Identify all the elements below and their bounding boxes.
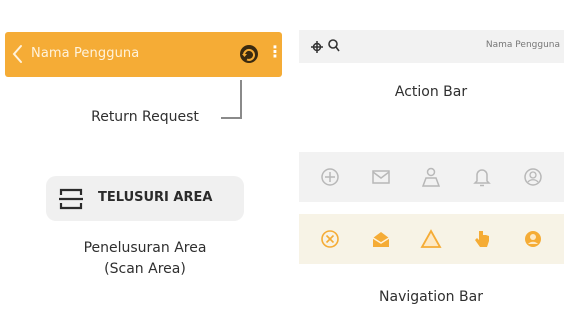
header-bar: Nama Pengguna ⋮ [5, 32, 283, 77]
scan-icon [59, 188, 83, 215]
navigation-bar-active [299, 214, 564, 264]
warning-icon[interactable] [419, 227, 443, 251]
scan-area-label-line1: Penelusuran Area [83, 240, 207, 256]
action-bar-label: Action Bar [394, 84, 468, 100]
more-vertical-icon[interactable]: ⋮ [267, 44, 283, 62]
return-request-label: Return Request [91, 109, 199, 125]
bell-icon[interactable] [470, 165, 494, 189]
scan-area-label-line2: (Scan Area) [104, 261, 186, 277]
pin-icon[interactable] [311, 40, 323, 58]
connector-line [240, 80, 242, 118]
action-bar: Nama Pengguna [299, 30, 564, 63]
avatar-icon[interactable] [521, 227, 545, 251]
connector-line [221, 117, 242, 119]
scan-area-button[interactable]: TELUSURI AREA [46, 176, 244, 221]
navigation-bar-label: Navigation Bar [379, 289, 483, 305]
back-chevron-icon[interactable] [11, 44, 23, 69]
scan-area-label: Penelusuran Area (Scan Area) [40, 238, 250, 280]
mail-icon[interactable] [369, 165, 393, 189]
header-user-name: Nama Pengguna [31, 46, 140, 61]
return-request-icon[interactable] [237, 42, 261, 71]
close-circle-icon[interactable] [318, 227, 342, 251]
search-icon[interactable] [328, 39, 340, 57]
navigation-bar-inactive [299, 152, 564, 202]
add-circle-icon[interactable] [318, 165, 342, 189]
mail-open-icon[interactable] [369, 227, 393, 251]
profile-icon[interactable] [521, 165, 545, 189]
map-user-icon[interactable] [419, 165, 443, 189]
scan-area-button-label: TELUSURI AREA [98, 190, 213, 205]
action-bar-user-name: Nama Pengguna [485, 40, 560, 50]
hand-pointer-icon[interactable] [470, 227, 494, 251]
